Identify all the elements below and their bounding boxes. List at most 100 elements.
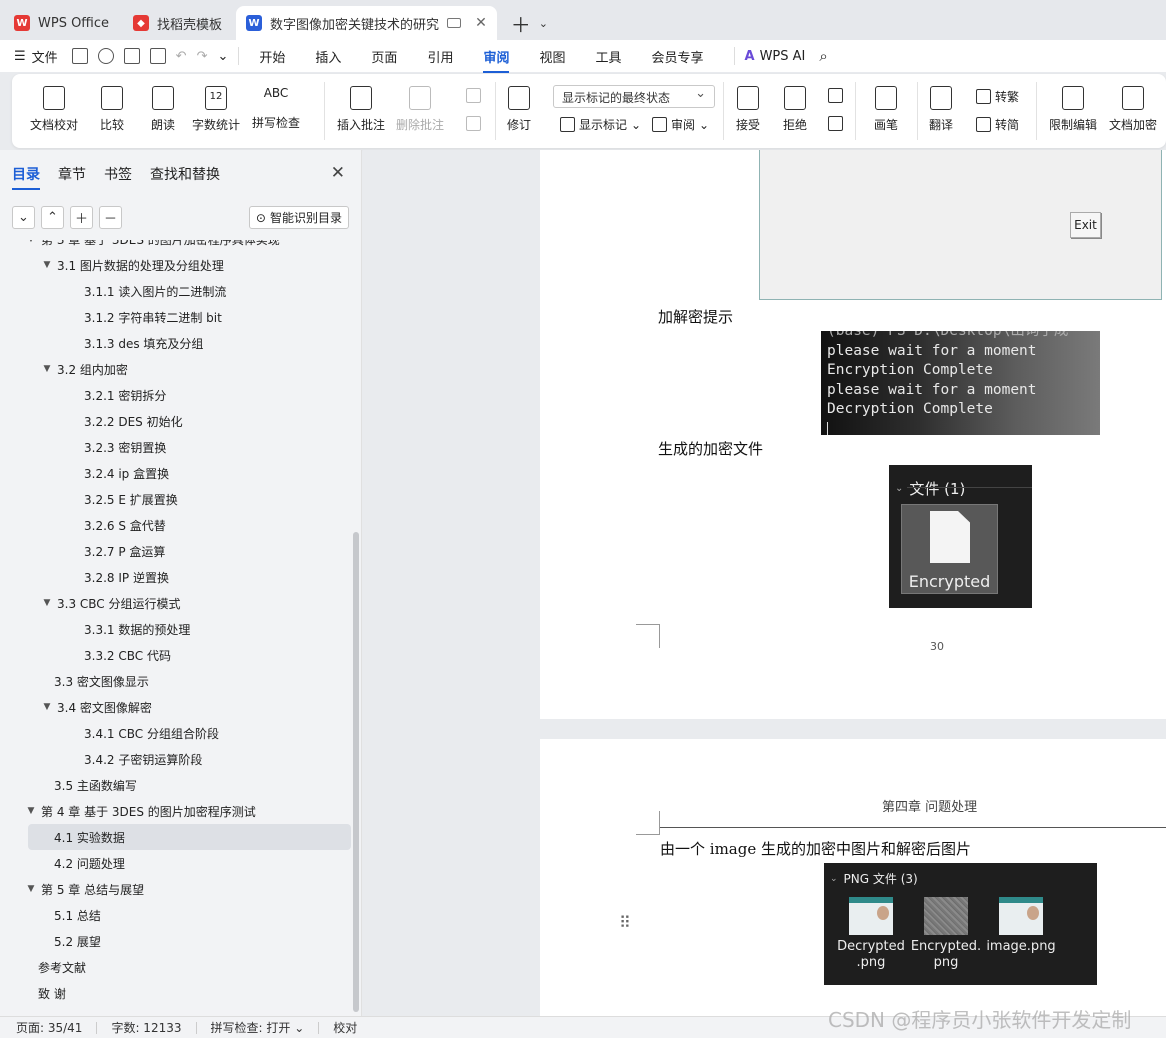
accept-button[interactable]: 接受 — [736, 82, 760, 133]
delete-comment-button[interactable]: 删除批注 — [396, 82, 444, 133]
toc-item[interactable]: ▼ 3.3 CBC 分组运行模式 — [0, 590, 354, 616]
spell-check-indicator[interactable]: 拼写检查: 打开 ⌄ — [211, 1019, 305, 1036]
toc-item[interactable]: 4.2 问题处理 — [0, 850, 354, 876]
new-tab-button[interactable]: ＋ ⌄ — [501, 6, 558, 40]
doc-encrypt-button[interactable]: 文档加密 — [1109, 82, 1157, 133]
review-pane-button[interactable]: 审阅 ⌄ — [652, 116, 709, 133]
next-change-button[interactable] — [828, 116, 843, 131]
share-icon[interactable] — [97, 48, 114, 64]
page-indicator[interactable]: 页面: 35/41 — [16, 1019, 82, 1036]
toc-item[interactable]: ▼ 3.2 组内加密 — [0, 356, 354, 382]
show-markup-button[interactable]: 显示标记 ⌄ — [560, 116, 641, 133]
tab-document[interactable]: W 数字图像加密关键技术的研究 ✕ — [236, 6, 497, 40]
expand-arrow-icon[interactable]: ▼ — [24, 240, 38, 244]
compare-button[interactable]: 比较 — [100, 82, 124, 133]
toc-item[interactable]: 3.2.5 E 扩展置换 — [0, 486, 354, 512]
spell-check-button[interactable]: ABC 拼写检查 — [252, 82, 300, 131]
prev-comment-button[interactable] — [466, 88, 481, 103]
to-simplified-button[interactable]: 转简 — [976, 116, 1019, 133]
toc-item[interactable]: ▼ 第 5 章 总结与展望 — [0, 876, 354, 902]
print-icon[interactable] — [123, 48, 140, 64]
expand-arrow-icon[interactable]: ▼ — [24, 806, 38, 816]
document-canvas[interactable]: Exit 加解密提示 (base) PS D:\Desktop\出询子成 ple… — [363, 150, 1166, 1016]
proof-indicator[interactable]: 校对 — [333, 1019, 357, 1036]
toc-item[interactable]: 3.3 密文图像显示 — [0, 668, 354, 694]
close-icon[interactable]: ✕ — [331, 163, 345, 183]
menu-item-member[interactable]: 会员专享 — [652, 47, 704, 66]
markup-state-select[interactable]: 显示标记的最终状态 — [553, 85, 715, 108]
add-heading-button[interactable]: ＋ — [70, 206, 93, 229]
toc-item[interactable]: 3.4.2 子密钥运算阶段 — [0, 746, 354, 772]
menu-item-wps-ai[interactable]: WPS AI — [760, 49, 806, 64]
drag-handle-icon[interactable]: ⠿ — [619, 913, 631, 932]
revise-button[interactable]: 修订 — [507, 82, 531, 133]
toc-item[interactable]: 3.2.7 P 盒运算 — [0, 538, 354, 564]
tab-chapters[interactable]: 章节 — [58, 164, 86, 184]
smart-toc-button[interactable]: ⊙ 智能识别目录 — [248, 206, 349, 229]
chevron-down-icon[interactable]: ⌄ — [217, 49, 228, 64]
toc-item[interactable]: 3.1.3 des 填充及分组 — [0, 330, 354, 356]
toc-item[interactable]: 3.2.4 ip 盒置换 — [0, 460, 354, 486]
menu-item-start[interactable]: 开始 — [259, 47, 285, 66]
menu-item-tools[interactable]: 工具 — [595, 47, 621, 66]
restrict-edit-button[interactable]: 限制编辑 — [1049, 82, 1097, 133]
menu-item-review[interactable]: 审阅 — [483, 47, 510, 73]
tab-wps-office[interactable]: W WPS Office — [4, 6, 120, 40]
expand-up-button[interactable]: ⌃ — [41, 206, 64, 229]
window-preview-icon[interactable] — [447, 18, 462, 28]
toc-item[interactable]: 3.2.6 S 盒代替 — [0, 512, 354, 538]
tab-daoke-templates[interactable]: ◆ 找稻壳模板 — [123, 6, 233, 40]
read-aloud-button[interactable]: 朗读 — [151, 82, 175, 133]
insert-comment-button[interactable]: 插入批注 — [337, 82, 385, 133]
toc-item[interactable]: 3.5 主函数编写 — [0, 772, 354, 798]
word-count-indicator[interactable]: 字数: 12133 — [111, 1019, 181, 1036]
expand-arrow-icon[interactable]: ▼ — [40, 260, 54, 270]
expand-arrow-icon[interactable]: ▼ — [40, 364, 54, 374]
expand-arrow-icon[interactable]: ▼ — [40, 598, 54, 608]
toc-item[interactable]: 3.2.2 DES 初始化 — [0, 408, 354, 434]
toc-item[interactable]: 4.1 实验数据 — [28, 824, 351, 850]
toc-item[interactable]: 3.3.2 CBC 代码 — [0, 642, 354, 668]
search-icon[interactable]: ⌕ — [819, 47, 827, 65]
undo-icon[interactable]: ↶ — [176, 49, 187, 64]
menu-item-reference[interactable]: 引用 — [427, 47, 453, 66]
toc-item[interactable]: 3.3.1 数据的预处理 — [0, 616, 354, 642]
tab-toc[interactable]: 目录 — [12, 164, 40, 190]
doc-proof-button[interactable]: 文档校对 — [30, 82, 78, 133]
menu-item-page[interactable]: 页面 — [371, 47, 397, 66]
toc-item[interactable]: 3.2.1 密钥拆分 — [0, 382, 354, 408]
reject-button[interactable]: 拒绝 — [783, 82, 807, 133]
toc-item[interactable]: 致 谢 — [0, 980, 354, 1006]
toc-item[interactable]: 3.4.1 CBC 分组组合阶段 — [0, 720, 354, 746]
print-preview-icon[interactable] — [149, 48, 166, 64]
toc-item[interactable]: ▼ 3.1 图片数据的处理及分组处理 — [0, 252, 354, 278]
toc-item[interactable]: ▼第 3 章 基于 3DES 的图片加密程序具体实现 — [0, 240, 354, 252]
next-comment-button[interactable] — [466, 116, 481, 131]
tab-find-replace[interactable]: 查找和替换 — [150, 164, 220, 184]
toc-item[interactable]: 3.2.8 IP 逆置换 — [0, 564, 354, 590]
menu-item-view[interactable]: 视图 — [539, 47, 565, 66]
to-traditional-button[interactable]: 转繁 — [976, 88, 1019, 105]
toc-item[interactable]: 3.1.1 读入图片的二进制流 — [0, 278, 354, 304]
redo-icon[interactable]: ↷ — [197, 49, 208, 64]
translate-button[interactable]: 翻译 — [929, 82, 953, 133]
save-icon[interactable] — [71, 48, 88, 64]
close-tab-icon[interactable]: ✕ — [475, 15, 487, 31]
menu-item-insert[interactable]: 插入 — [315, 47, 341, 66]
toc-item[interactable]: ▼ 3.4 密文图像解密 — [0, 694, 354, 720]
toc-item[interactable]: ▼ 第 4 章 基于 3DES 的图片加密程序测试 — [0, 798, 354, 824]
prev-change-button[interactable] — [828, 88, 843, 103]
expand-arrow-icon[interactable]: ▼ — [24, 884, 38, 894]
tab-bookmarks[interactable]: 书签 — [104, 164, 132, 184]
toc-item[interactable]: 5.2 展望 — [0, 928, 354, 954]
file-menu-button[interactable]: ☰ 文件 — [14, 47, 58, 66]
toc-item[interactable]: 5.1 总结 — [0, 902, 354, 928]
sidebar-scrollbar[interactable] — [353, 532, 359, 1012]
pen-button[interactable]: 画笔 — [874, 82, 898, 133]
word-count-button[interactable]: 12 字数统计 — [192, 82, 240, 133]
toc-item[interactable]: 参考文献 — [0, 954, 354, 980]
collapse-all-button[interactable]: ⌄ — [12, 206, 35, 229]
chevron-down-icon[interactable]: ⌄ — [539, 17, 548, 30]
expand-arrow-icon[interactable]: ▼ — [40, 702, 54, 712]
remove-heading-button[interactable]: － — [99, 206, 122, 229]
